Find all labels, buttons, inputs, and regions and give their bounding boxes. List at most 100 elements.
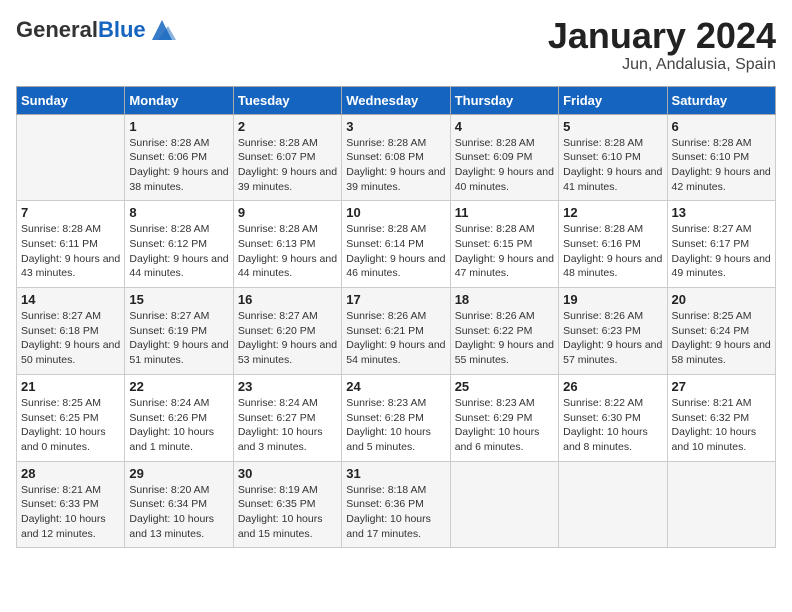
week-row-2: 7 Sunrise: 8:28 AMSunset: 6:11 PMDaylight… — [17, 201, 776, 288]
day-info: Sunrise: 8:28 AMSunset: 6:10 PMDaylight:… — [563, 136, 662, 195]
day-number: 23 — [238, 379, 337, 394]
day-number: 17 — [346, 292, 445, 307]
day-info: Sunrise: 8:28 AMSunset: 6:10 PMDaylight:… — [672, 136, 771, 195]
day-info: Sunrise: 8:21 AMSunset: 6:33 PMDaylight:… — [21, 483, 120, 542]
day-info: Sunrise: 8:24 AMSunset: 6:27 PMDaylight:… — [238, 396, 337, 455]
day-info: Sunrise: 8:26 AMSunset: 6:22 PMDaylight:… — [455, 309, 554, 368]
day-number: 20 — [672, 292, 771, 307]
day-cell: 20 Sunrise: 8:25 AMSunset: 6:24 PMDayligh… — [667, 288, 775, 375]
day-info: Sunrise: 8:27 AMSunset: 6:17 PMDaylight:… — [672, 222, 771, 281]
col-header-thursday: Thursday — [450, 86, 558, 114]
day-info: Sunrise: 8:28 AMSunset: 6:13 PMDaylight:… — [238, 222, 337, 281]
day-cell: 26 Sunrise: 8:22 AMSunset: 6:30 PMDayligh… — [559, 374, 667, 461]
day-info: Sunrise: 8:20 AMSunset: 6:34 PMDaylight:… — [129, 483, 228, 542]
day-number: 5 — [563, 119, 662, 134]
day-number: 24 — [346, 379, 445, 394]
day-info: Sunrise: 8:25 AMSunset: 6:25 PMDaylight:… — [21, 396, 120, 455]
day-info: Sunrise: 8:25 AMSunset: 6:24 PMDaylight:… — [672, 309, 771, 368]
day-info: Sunrise: 8:27 AMSunset: 6:19 PMDaylight:… — [129, 309, 228, 368]
day-number: 27 — [672, 379, 771, 394]
logo-icon — [148, 16, 176, 44]
day-info: Sunrise: 8:28 AMSunset: 6:09 PMDaylight:… — [455, 136, 554, 195]
logo: GeneralBlue — [16, 16, 176, 44]
day-info: Sunrise: 8:28 AMSunset: 6:12 PMDaylight:… — [129, 222, 228, 281]
day-number: 19 — [563, 292, 662, 307]
col-header-saturday: Saturday — [667, 86, 775, 114]
day-cell: 25 Sunrise: 8:23 AMSunset: 6:29 PMDayligh… — [450, 374, 558, 461]
day-info: Sunrise: 8:26 AMSunset: 6:23 PMDaylight:… — [563, 309, 662, 368]
day-number: 9 — [238, 205, 337, 220]
title-block: January 2024 Jun, Andalusia, Spain — [548, 16, 776, 74]
day-info: Sunrise: 8:23 AMSunset: 6:29 PMDaylight:… — [455, 396, 554, 455]
day-number: 11 — [455, 205, 554, 220]
day-cell: 1Sunrise: 8:28 AMSunset: 6:06 PMDaylight… — [125, 114, 233, 201]
day-info: Sunrise: 8:28 AMSunset: 6:14 PMDaylight:… — [346, 222, 445, 281]
day-info: Sunrise: 8:28 AMSunset: 6:07 PMDaylight:… — [238, 136, 337, 195]
day-cell: 28 Sunrise: 8:21 AMSunset: 6:33 PMDayligh… — [17, 461, 125, 548]
day-cell: 27 Sunrise: 8:21 AMSunset: 6:32 PMDayligh… — [667, 374, 775, 461]
day-cell: 31 Sunrise: 8:18 AMSunset: 6:36 PMDayligh… — [342, 461, 450, 548]
day-cell: 22Sunrise: 8:24 AMSunset: 6:26 PMDayligh… — [125, 374, 233, 461]
col-header-wednesday: Wednesday — [342, 86, 450, 114]
day-cell — [667, 461, 775, 548]
day-number: 21 — [21, 379, 120, 394]
day-cell: 11 Sunrise: 8:28 AMSunset: 6:15 PMDayligh… — [450, 201, 558, 288]
day-cell: 19 Sunrise: 8:26 AMSunset: 6:23 PMDayligh… — [559, 288, 667, 375]
day-number: 30 — [238, 466, 337, 481]
logo-general-text: General — [16, 17, 98, 42]
day-number: 7 — [21, 205, 120, 220]
day-number: 25 — [455, 379, 554, 394]
day-info: Sunrise: 8:19 AMSunset: 6:35 PMDaylight:… — [238, 483, 337, 542]
day-cell: 10 Sunrise: 8:28 AMSunset: 6:14 PMDayligh… — [342, 201, 450, 288]
day-number: 6 — [672, 119, 771, 134]
day-info: Sunrise: 8:28 AMSunset: 6:08 PMDaylight:… — [346, 136, 445, 195]
day-number: 16 — [238, 292, 337, 307]
day-cell: 23 Sunrise: 8:24 AMSunset: 6:27 PMDayligh… — [233, 374, 341, 461]
day-info: Sunrise: 8:23 AMSunset: 6:28 PMDaylight:… — [346, 396, 445, 455]
day-cell: 16Sunrise: 8:27 AMSunset: 6:20 PMDayligh… — [233, 288, 341, 375]
day-cell: 13 Sunrise: 8:27 AMSunset: 6:17 PMDayligh… — [667, 201, 775, 288]
day-number: 2 — [238, 119, 337, 134]
day-info: Sunrise: 8:28 AMSunset: 6:11 PMDaylight:… — [21, 222, 120, 281]
day-number: 3 — [346, 119, 445, 134]
day-cell: 30 Sunrise: 8:19 AMSunset: 6:35 PMDayligh… — [233, 461, 341, 548]
day-cell: 7 Sunrise: 8:28 AMSunset: 6:11 PMDaylight… — [17, 201, 125, 288]
day-info: Sunrise: 8:28 AMSunset: 6:16 PMDaylight:… — [563, 222, 662, 281]
day-number: 8 — [129, 205, 228, 220]
day-number: 12 — [563, 205, 662, 220]
col-header-friday: Friday — [559, 86, 667, 114]
day-number: 10 — [346, 205, 445, 220]
day-cell: 4 Sunrise: 8:28 AMSunset: 6:09 PMDaylight… — [450, 114, 558, 201]
col-header-sunday: Sunday — [17, 86, 125, 114]
day-number: 13 — [672, 205, 771, 220]
day-cell: 5 Sunrise: 8:28 AMSunset: 6:10 PMDaylight… — [559, 114, 667, 201]
week-row-3: 14Sunrise: 8:27 AMSunset: 6:18 PMDayligh… — [17, 288, 776, 375]
sub-title: Jun, Andalusia, Spain — [548, 56, 776, 74]
day-number: 4 — [455, 119, 554, 134]
day-cell — [559, 461, 667, 548]
col-header-monday: Monday — [125, 86, 233, 114]
main-title: January 2024 — [548, 16, 776, 56]
week-row-5: 28 Sunrise: 8:21 AMSunset: 6:33 PMDayligh… — [17, 461, 776, 548]
day-number: 31 — [346, 466, 445, 481]
day-info: Sunrise: 8:26 AMSunset: 6:21 PMDaylight:… — [346, 309, 445, 368]
day-number: 22 — [129, 379, 228, 394]
day-cell: 2 Sunrise: 8:28 AMSunset: 6:07 PMDaylight… — [233, 114, 341, 201]
day-info: Sunrise: 8:18 AMSunset: 6:36 PMDaylight:… — [346, 483, 445, 542]
day-cell: 14Sunrise: 8:27 AMSunset: 6:18 PMDayligh… — [17, 288, 125, 375]
day-number: 28 — [21, 466, 120, 481]
day-number: 18 — [455, 292, 554, 307]
day-info: Sunrise: 8:27 AMSunset: 6:18 PMDaylight:… — [21, 309, 120, 368]
day-cell: 18 Sunrise: 8:26 AMSunset: 6:22 PMDayligh… — [450, 288, 558, 375]
day-info: Sunrise: 8:28 AMSunset: 6:15 PMDaylight:… — [455, 222, 554, 281]
day-cell: 12 Sunrise: 8:28 AMSunset: 6:16 PMDayligh… — [559, 201, 667, 288]
day-cell: 6 Sunrise: 8:28 AMSunset: 6:10 PMDaylight… — [667, 114, 775, 201]
day-cell: 21 Sunrise: 8:25 AMSunset: 6:25 PMDayligh… — [17, 374, 125, 461]
page-header: GeneralBlue January 2024 Jun, Andalusia,… — [16, 16, 776, 74]
day-info: Sunrise: 8:22 AMSunset: 6:30 PMDaylight:… — [563, 396, 662, 455]
day-number: 26 — [563, 379, 662, 394]
day-info: Sunrise: 8:28 AMSunset: 6:06 PMDaylight:… — [129, 136, 228, 195]
day-number: 15 — [129, 292, 228, 307]
day-cell: 24 Sunrise: 8:23 AMSunset: 6:28 PMDayligh… — [342, 374, 450, 461]
day-info: Sunrise: 8:21 AMSunset: 6:32 PMDaylight:… — [672, 396, 771, 455]
